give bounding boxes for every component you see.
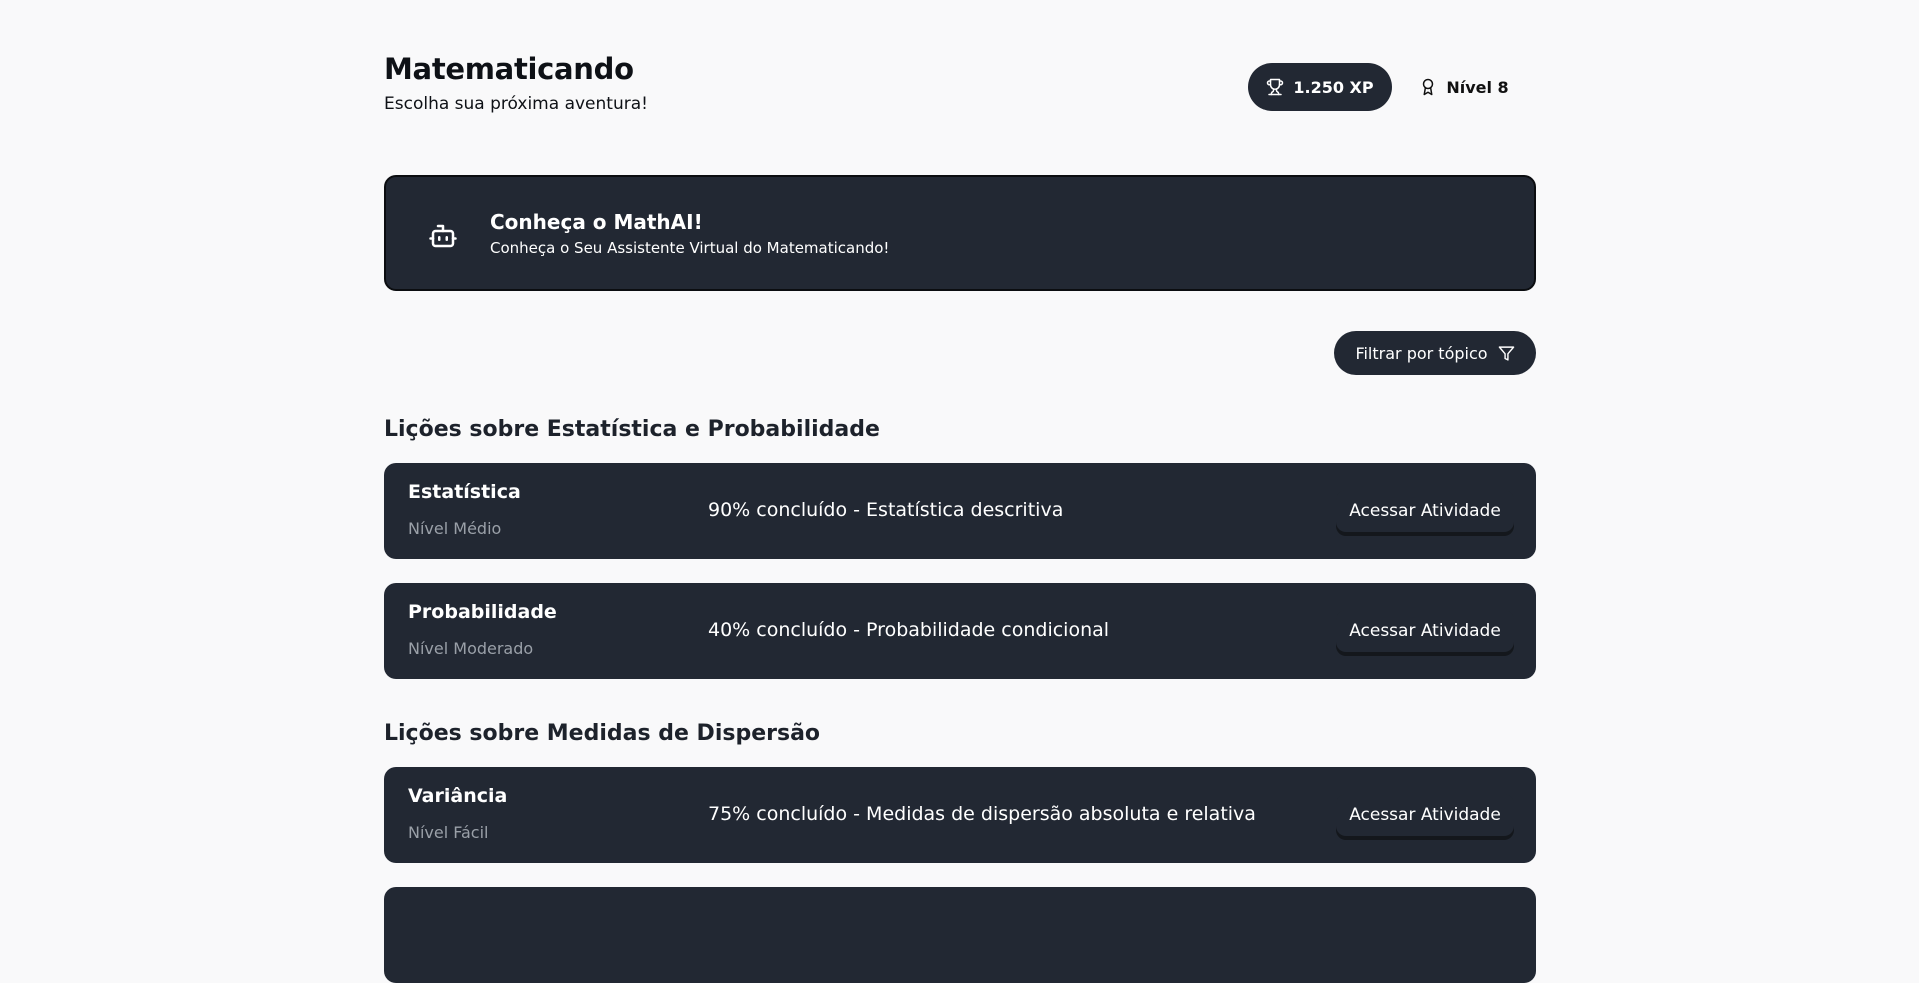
access-activity-button[interactable]: Acessar Atividade bbox=[1336, 794, 1514, 836]
lesson-card-probabilidade: Probabilidade Nível Moderado 40% concluí… bbox=[384, 583, 1536, 679]
xp-value: 1.250 XP bbox=[1293, 77, 1374, 97]
award-icon bbox=[1419, 78, 1437, 96]
banner-description: Conheça o Seu Assistente Virtual do Mate… bbox=[490, 239, 890, 257]
section-title-dispersao: Lições sobre Medidas de Dispersão bbox=[384, 721, 821, 746]
lesson-card-estatistica: Estatística Nível Médio 90% concluído - … bbox=[384, 463, 1536, 559]
lesson-name: Estatística bbox=[408, 481, 521, 503]
access-activity-button[interactable]: Acessar Atividade bbox=[1336, 610, 1514, 652]
lesson-card-variancia: Variância Nível Fácil 75% concluído - Me… bbox=[384, 767, 1536, 863]
filter-label: Filtrar por tópico bbox=[1355, 343, 1488, 363]
main-container: Matematicando Escolha sua próxima aventu… bbox=[384, 0, 1536, 983]
lesson-progress: 90% concluído - Estatística descritiva bbox=[708, 499, 1064, 521]
mathai-banner[interactable]: Conheça o MathAI! Conheça o Seu Assisten… bbox=[384, 175, 1536, 291]
level-value: Nível 8 bbox=[1446, 77, 1509, 97]
section-title-estatistica: Lições sobre Estatística e Probabilidade bbox=[384, 417, 880, 442]
header: Matematicando Escolha sua próxima aventu… bbox=[384, 0, 1536, 160]
lesson-level: Nível Médio bbox=[408, 519, 502, 538]
bot-icon bbox=[428, 221, 458, 251]
lesson-name: Variância bbox=[408, 785, 508, 807]
lesson-level: Nível Fácil bbox=[408, 823, 489, 842]
lesson-name: Probabilidade bbox=[408, 601, 557, 623]
lesson-progress: 40% concluído - Probabilidade condiciona… bbox=[708, 619, 1110, 641]
level-badge: Nível 8 bbox=[1414, 63, 1514, 111]
lesson-card-partial bbox=[384, 887, 1536, 983]
trophy-icon bbox=[1266, 78, 1284, 96]
lesson-level: Nível Moderado bbox=[408, 639, 534, 658]
app-subtitle: Escolha sua próxima aventura! bbox=[384, 94, 648, 114]
filter-button[interactable]: Filtrar por tópico bbox=[1334, 331, 1536, 375]
lesson-progress: 75% concluído - Medidas de dispersão abs… bbox=[708, 803, 1256, 825]
access-activity-button[interactable]: Acessar Atividade bbox=[1336, 490, 1514, 532]
xp-badge: 1.250 XP bbox=[1248, 63, 1392, 111]
app-title: Matematicando bbox=[384, 52, 634, 86]
filter-icon bbox=[1498, 345, 1515, 362]
banner-title: Conheça o MathAI! bbox=[490, 210, 703, 234]
